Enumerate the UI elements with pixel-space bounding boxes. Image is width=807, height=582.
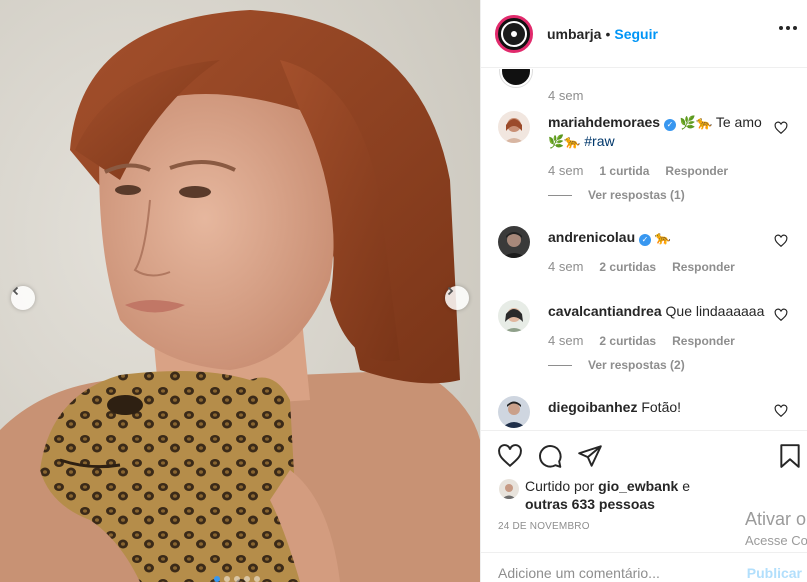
verified-icon: ✓ — [663, 119, 676, 131]
verified-icon: ✓ — [639, 234, 652, 246]
follow-button[interactable]: Seguir — [614, 26, 658, 42]
post-photo — [0, 0, 480, 582]
reply-button[interactable]: Responder — [665, 164, 728, 178]
activation-watermark: Ativar o Acesse Co — [745, 509, 807, 548]
post-header: umbarja • Seguir — [481, 0, 807, 68]
comment-likes[interactable]: 1 curtida — [599, 164, 649, 178]
avatar[interactable] — [498, 396, 530, 428]
carousel-dot — [254, 576, 260, 582]
share-icon[interactable] — [577, 443, 603, 469]
more-options-button[interactable] — [779, 26, 797, 30]
comment-time: 4 sem — [548, 259, 584, 274]
post-date: 24 DE NOVEMBRO — [498, 521, 590, 532]
bookmark-icon[interactable] — [777, 443, 803, 469]
comment-text: Que lindaaaaaa — [665, 303, 765, 319]
carousel-dot — [224, 576, 230, 582]
comment-text: Te amo — [715, 114, 762, 130]
heart-icon[interactable] — [774, 121, 788, 135]
publish-button[interactable]: Publicar — [747, 565, 802, 581]
author-avatar-partial[interactable] — [500, 69, 532, 87]
post-panel: umbarja • Seguir 4 sem mariahdemoraes ✓ … — [480, 0, 807, 582]
comment-username[interactable]: diegoibanhez — [548, 399, 637, 415]
avatar[interactable] — [498, 226, 530, 258]
comment-username[interactable]: mariahdemoraes — [548, 114, 660, 130]
caption-timestamp: 4 sem — [548, 88, 584, 103]
comment-username[interactable]: cavalcantiandrea — [548, 303, 662, 319]
view-replies-button[interactable]: Ver respostas (2) — [548, 358, 685, 372]
avatar[interactable] — [499, 479, 519, 499]
avatar[interactable] — [498, 300, 530, 332]
view-replies-button[interactable]: Ver respostas (1) — [548, 188, 685, 202]
carousel-indicator — [214, 576, 260, 582]
comment-text: Fotão! — [641, 399, 682, 415]
separator-dot: • — [605, 25, 611, 42]
carousel-dot — [234, 576, 240, 582]
carousel-next-button[interactable] — [445, 286, 469, 310]
comment-likes[interactable]: 2 curtidas — [599, 334, 656, 348]
likes-count[interactable]: outras 633 pessoas — [525, 496, 655, 512]
author-username[interactable]: umbarja — [547, 26, 601, 42]
heart-icon[interactable] — [774, 308, 788, 322]
heart-icon[interactable] — [774, 404, 788, 418]
chevron-left-icon — [12, 286, 19, 296]
add-comment-bar: Publicar — [481, 552, 807, 582]
comment-icon[interactable] — [537, 443, 563, 469]
comment-input[interactable] — [498, 565, 738, 581]
liked-by: Curtido por gio_ewbank e outras 633 pess… — [499, 477, 690, 513]
avatar[interactable] — [498, 111, 530, 143]
heart-icon[interactable] — [774, 234, 788, 248]
portrait-image — [0, 0, 480, 582]
reply-button[interactable]: Responder — [672, 260, 735, 274]
hashtag-link[interactable]: #raw — [584, 133, 614, 149]
author-avatar[interactable] — [495, 14, 533, 53]
comment-time: 4 sem — [548, 163, 584, 178]
chevron-right-icon — [447, 286, 454, 296]
more-icon — [779, 26, 783, 30]
carousel-dot — [214, 576, 220, 582]
comments-list[interactable]: 4 sem mariahdemoraes ✓ 🌿🐆 Te amo 🌿🐆 #raw… — [481, 69, 807, 430]
reply-button[interactable]: Responder — [672, 334, 735, 348]
heart-icon[interactable] — [497, 443, 523, 469]
liked-by-user[interactable]: gio_ewbank — [598, 478, 678, 494]
comment-username[interactable]: andrenicolau — [548, 229, 635, 245]
carousel-prev-button[interactable] — [11, 286, 35, 310]
carousel-dot — [244, 576, 250, 582]
comment-likes[interactable]: 2 curtidas — [599, 260, 656, 274]
comment-time: 4 sem — [548, 333, 584, 348]
